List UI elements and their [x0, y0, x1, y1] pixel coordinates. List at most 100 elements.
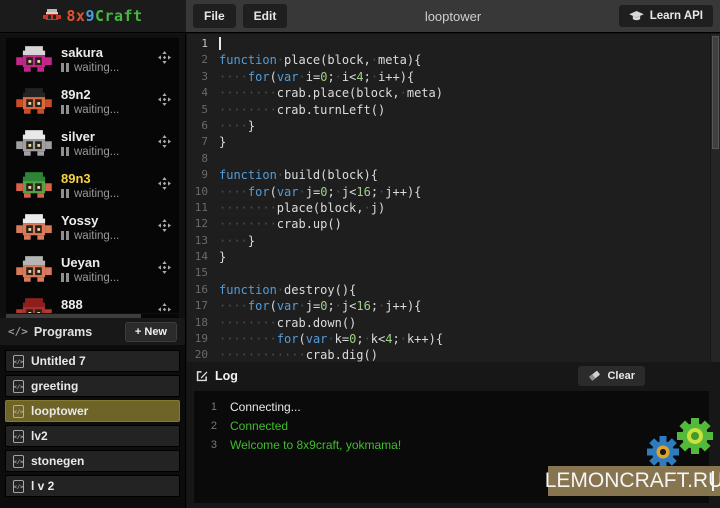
player-row[interactable]: silver waiting...	[6, 122, 179, 164]
line-number: 11	[187, 200, 219, 216]
player-avatar-icon	[14, 213, 54, 242]
code-text: ············crab.dig()	[219, 347, 378, 362]
player-list: sakura waiting...	[6, 38, 179, 313]
code-line: 4········crab.place(block,·meta)	[187, 85, 720, 101]
locate-player-button[interactable]	[156, 175, 173, 195]
code-editor[interactable]: 12function·place(block,·meta){3····for(v…	[187, 34, 720, 362]
line-number: 19	[187, 331, 219, 347]
log-entry: 1Connecting...	[194, 398, 709, 417]
clear-log-button[interactable]: Clear	[578, 366, 645, 386]
code-line: 10····for(var·j=0;·j<16;·j++){	[187, 184, 720, 200]
code-text	[219, 36, 221, 52]
new-program-button[interactable]: + New	[125, 322, 177, 342]
svg-text:</>: </>	[14, 409, 24, 415]
move-arrows-icon	[158, 93, 171, 106]
player-avatar-icon	[14, 297, 54, 314]
text-cursor	[219, 37, 221, 50]
log-message: Connecting...	[230, 398, 301, 417]
code-line: 12········crab.up()	[187, 216, 720, 232]
code-text: ····for(var·i=0;·i<4;·i++){	[219, 69, 414, 85]
line-number: 7	[187, 134, 219, 150]
code-text: function·build(block){	[219, 167, 378, 183]
locate-player-button[interactable]	[156, 259, 173, 279]
file-menu-button[interactable]: File	[193, 4, 236, 28]
log-line-number: 1	[194, 398, 230, 417]
programs-header: </> Programs + New	[0, 318, 185, 345]
svg-text:</>: </>	[14, 359, 24, 365]
player-info: 888 waiting...	[61, 297, 156, 314]
pause-icon	[61, 273, 69, 282]
script-file-icon: </>	[13, 430, 24, 443]
player-name: sakura	[61, 45, 156, 61]
line-number: 4	[187, 85, 219, 101]
program-item[interactable]: </> Untitled 7	[5, 350, 180, 372]
app-window: 8x9Craft File Edit looptower Learn API	[0, 0, 720, 508]
locate-player-button[interactable]	[156, 217, 173, 237]
player-avatar-icon	[14, 87, 54, 116]
script-file-icon: </>	[13, 405, 24, 418]
player-info: sakura waiting...	[61, 45, 156, 74]
script-file-icon: </>	[13, 355, 24, 368]
sidebar: sakura waiting...	[0, 34, 186, 508]
log-header: Log Clear	[187, 362, 720, 389]
program-label: stonegen	[31, 454, 84, 468]
programs-panel: </> Programs + New </> Untitled 7 </> gr…	[0, 318, 185, 508]
program-item[interactable]: </> l v 2	[5, 475, 180, 497]
code-text: }	[219, 134, 226, 150]
player-avatar-icon	[14, 129, 54, 158]
script-file-icon: </>	[13, 480, 24, 493]
player-status: waiting...	[61, 146, 156, 158]
editor-scrollbar-thumb[interactable]	[712, 36, 719, 149]
pause-icon	[61, 189, 69, 198]
crab-icon	[43, 9, 61, 23]
code-line: 17····for(var·j=0;·j<16;·j++){	[187, 298, 720, 314]
player-name: Ueyan	[61, 255, 156, 271]
player-status-text: waiting...	[74, 230, 119, 242]
watermark: LEMONCRAFT.RU	[548, 466, 720, 496]
line-number: 12	[187, 216, 219, 232]
locate-player-button[interactable]	[156, 49, 173, 69]
program-item[interactable]: </> lv2	[5, 425, 180, 447]
program-item[interactable]: </> greeting	[5, 375, 180, 397]
player-row[interactable]: 89n3 waiting...	[6, 164, 179, 206]
code-text: ········place(block,·j)	[219, 200, 385, 216]
pause-icon	[61, 105, 69, 114]
player-row[interactable]: Ueyan waiting...	[6, 248, 179, 290]
line-number: 17	[187, 298, 219, 314]
code-line: 8	[187, 151, 720, 167]
player-row[interactable]: Yossy waiting...	[6, 206, 179, 248]
log-line-number: 2	[194, 417, 230, 436]
code-line: 19········for(var·k=0;·k<4;·k++){	[187, 331, 720, 347]
svg-text:</>: </>	[14, 459, 24, 465]
line-number: 14	[187, 249, 219, 265]
eraser-icon	[588, 370, 601, 381]
edit-menu-button[interactable]: Edit	[243, 4, 288, 28]
code-text: }	[219, 249, 226, 265]
program-label: lv2	[31, 429, 48, 443]
player-row[interactable]: 89n2 waiting...	[6, 80, 179, 122]
code-line: 6····}	[187, 118, 720, 134]
program-item[interactable]: </> looptower	[5, 400, 180, 422]
player-info: Ueyan waiting...	[61, 255, 156, 284]
code-text: ····for(var·j=0;·j<16;·j++){	[219, 184, 421, 200]
watermark-text: LEMONCRAFT.RU	[545, 469, 720, 493]
player-row[interactable]: sakura waiting...	[6, 38, 179, 80]
locate-player-button[interactable]	[156, 133, 173, 153]
logo-part: 8x	[66, 7, 85, 25]
line-number: 2	[187, 52, 219, 68]
player-row[interactable]: 888 waiting...	[6, 290, 179, 313]
locate-player-button[interactable]	[156, 301, 173, 313]
learn-api-button[interactable]: Learn API	[619, 5, 713, 27]
code-line: 15	[187, 265, 720, 281]
program-item[interactable]: </> stonegen	[5, 450, 180, 472]
locate-player-button[interactable]	[156, 91, 173, 111]
line-number: 1	[187, 36, 219, 52]
player-name: 89n3	[61, 171, 156, 187]
player-list-scrollbar[interactable]	[6, 314, 179, 318]
line-number: 9	[187, 167, 219, 183]
script-file-icon: </>	[13, 380, 24, 393]
header-bar: 8x9Craft File Edit looptower Learn API	[0, 0, 720, 33]
code-line: 9function·build(block){	[187, 167, 720, 183]
player-status-text: waiting...	[74, 188, 119, 200]
log-entry: 3Welcome to 8x9craft, yokmama!	[194, 436, 709, 455]
